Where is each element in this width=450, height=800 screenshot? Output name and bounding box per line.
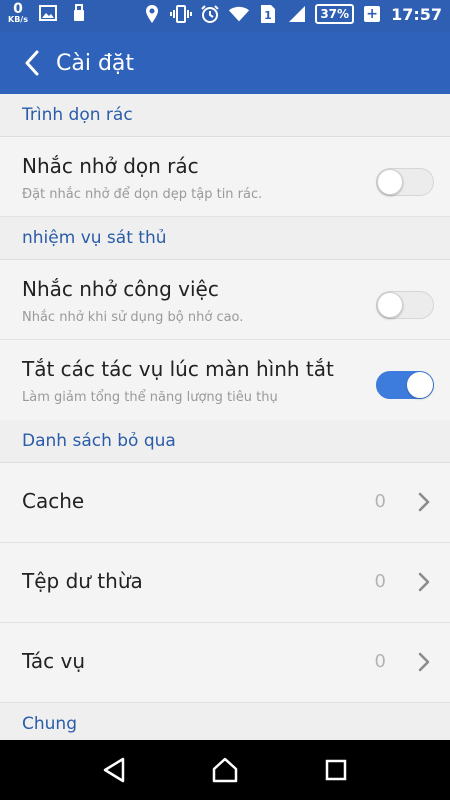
signal-icon — [286, 3, 308, 25]
section-header-junk-cleaner: Trình dọn rác — [0, 94, 450, 137]
charging-icon: + — [364, 6, 381, 22]
toggle-knob — [407, 372, 433, 398]
chevron-right-icon — [416, 571, 432, 593]
location-icon — [141, 3, 163, 25]
screen-off-kill-toggle[interactable] — [376, 371, 434, 399]
task-reminder-row[interactable]: Nhắc nhở công việc Nhắc nhở khi sử dụng … — [0, 260, 450, 340]
settings-list[interactable]: Trình dọn rác Nhắc nhở dọn rác Đặt nhắc … — [0, 94, 450, 740]
section-header-general: Chung — [0, 703, 450, 740]
gallery-icon — [37, 2, 59, 24]
ignore-residual-files-count: 0 — [374, 571, 386, 592]
toggle-knob — [377, 169, 403, 195]
ignore-cache-label: Cache — [22, 489, 85, 513]
chevron-right-icon — [416, 491, 432, 513]
sim-icon: 1 — [257, 3, 279, 25]
app-bar: Cài đặt — [0, 32, 450, 94]
battery-indicator: 37% — [315, 4, 355, 24]
section-header-task-killer: nhiệm vụ sát thủ — [0, 217, 450, 260]
ignore-cache-count: 0 — [374, 491, 386, 512]
screen-off-kill-title: Tắt các tác vụ lúc màn hình tắt — [22, 357, 334, 381]
ignore-tasks-label: Tác vụ — [22, 649, 86, 673]
ignore-tasks-row[interactable]: Tác vụ 0 — [0, 623, 450, 703]
back-arrow-icon[interactable] — [10, 32, 54, 94]
task-reminder-toggle[interactable] — [376, 291, 434, 319]
usb-device-icon — [68, 2, 90, 24]
network-speed: 0 KB/s — [8, 2, 28, 24]
vibrate-icon — [170, 3, 193, 25]
nav-recents-icon[interactable] — [311, 745, 361, 795]
junk-reminder-toggle[interactable] — [376, 168, 434, 196]
nav-back-icon[interactable] — [89, 745, 139, 795]
network-speed-unit: KB/s — [8, 15, 28, 24]
nav-home-icon[interactable] — [200, 745, 250, 795]
ignore-tasks-count: 0 — [374, 651, 386, 672]
toggle-knob — [377, 292, 403, 318]
junk-reminder-subtitle: Đặt nhắc nhở để dọn dẹp tập tin rác. — [22, 187, 263, 202]
junk-reminder-row[interactable]: Nhắc nhở dọn rác Đặt nhắc nhở để dọn dẹp… — [0, 137, 450, 217]
system-nav-bar — [0, 740, 450, 800]
screen-off-kill-row[interactable]: Tắt các tác vụ lúc màn hình tắt Làm giảm… — [0, 340, 450, 420]
network-speed-value: 0 — [13, 1, 23, 17]
status-bar: 0 KB/s 1 37% + 17:57 — [0, 0, 450, 32]
task-reminder-title: Nhắc nhở công việc — [22, 277, 219, 301]
ignore-residual-files-label: Tệp dư thừa — [22, 569, 143, 593]
junk-reminder-title: Nhắc nhở dọn rác — [22, 154, 199, 178]
sim-slot-label: 1 — [265, 9, 273, 22]
chevron-right-icon — [416, 651, 432, 673]
ignore-cache-row[interactable]: Cache 0 — [0, 463, 450, 543]
wifi-icon — [228, 3, 250, 25]
page-title: Cài đặt — [56, 50, 135, 76]
ignore-residual-files-row[interactable]: Tệp dư thừa 0 — [0, 543, 450, 623]
section-header-ignore-list: Danh sách bỏ qua — [0, 420, 450, 463]
clock: 17:57 — [391, 4, 442, 24]
screen-off-kill-subtitle: Làm giảm tổng thể năng lượng tiêu thụ — [22, 390, 278, 405]
battery-level: 37% — [320, 7, 350, 21]
task-reminder-subtitle: Nhắc nhở khi sử dụng bộ nhớ cao. — [22, 310, 244, 325]
alarm-icon — [199, 3, 221, 25]
